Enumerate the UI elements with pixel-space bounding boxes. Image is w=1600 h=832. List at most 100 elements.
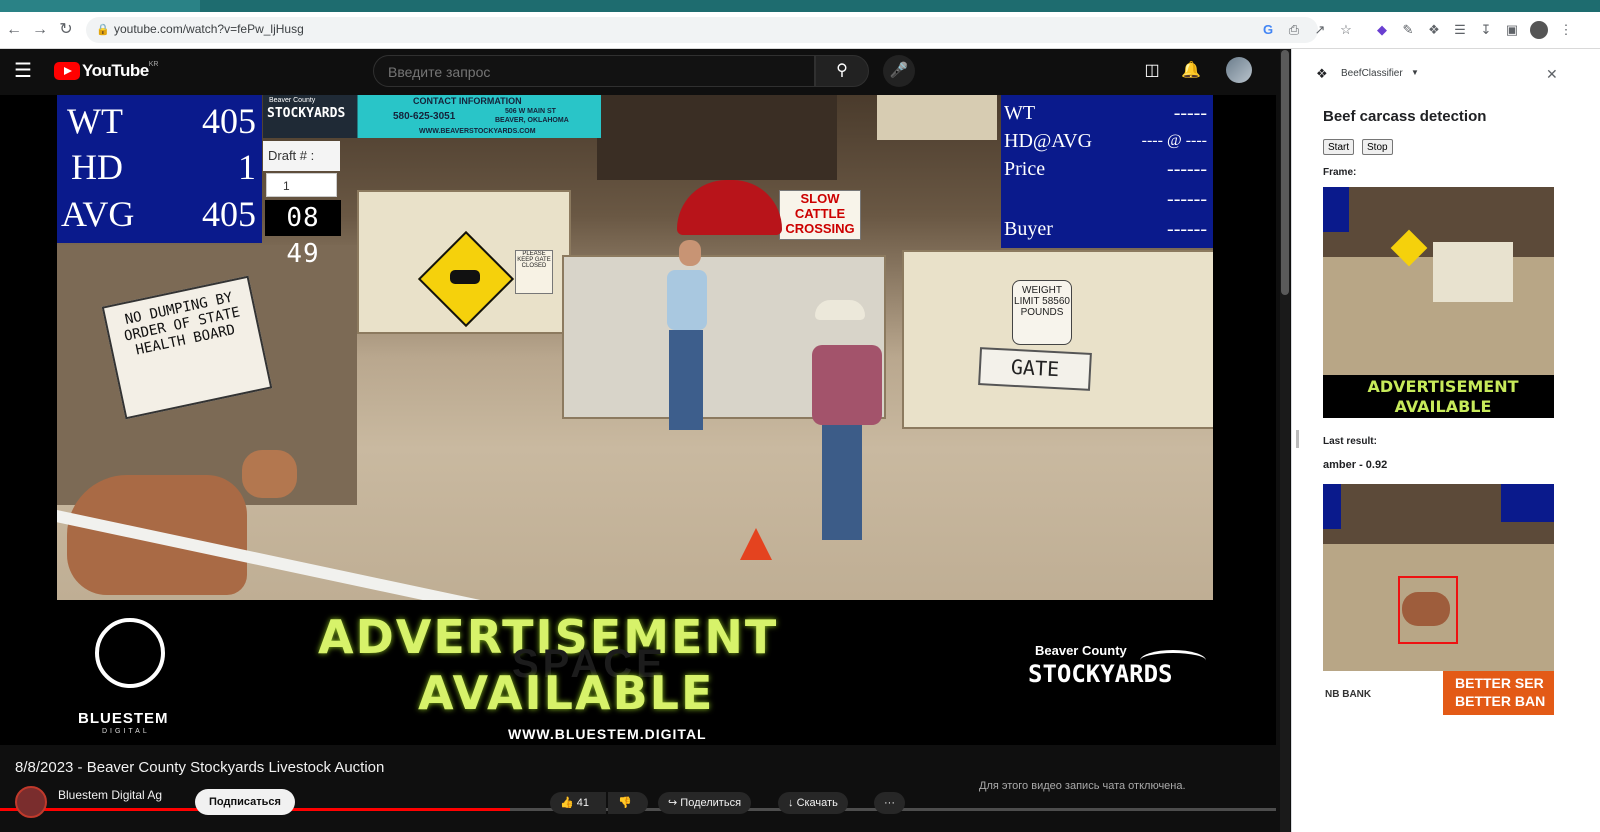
right-wt-label: WT [1004, 102, 1036, 124]
wt-value: 405 [202, 101, 256, 141]
subscribe-button[interactable]: Подписаться [195, 789, 295, 815]
auctioneer-jeans [669, 330, 703, 430]
reload-icon[interactable]: ↻ [56, 20, 76, 40]
extension-icon[interactable]: ◆ [1372, 20, 1392, 40]
search-icon[interactable]: ⚲ [815, 55, 869, 87]
extension-icon-2[interactable]: ✎ [1398, 20, 1418, 40]
draft-label: Draft # : [268, 148, 315, 163]
puzzle-icon[interactable]: ❖ [1424, 20, 1444, 40]
thumb2-bank-text: NB BANK [1325, 689, 1372, 700]
bluestem-wheel-icon [95, 618, 165, 688]
microphone-icon[interactable]: 🎤 [883, 55, 915, 87]
stockyards-logo-top: Beaver County [1035, 643, 1127, 658]
tab-2[interactable] [205, 0, 395, 12]
menu-icon[interactable]: ⋮ [1556, 20, 1576, 40]
more-actions-button[interactable]: ··· [874, 792, 905, 814]
draft-number: 1 [283, 179, 290, 193]
start-button[interactable]: Start [1323, 139, 1355, 155]
longhorn-icon [1140, 650, 1206, 671]
puzzle-piece-icon: ❖ [1316, 66, 1328, 81]
auctioneer-head [679, 240, 701, 266]
thumb2-price-board [1501, 484, 1554, 522]
youtube-logo[interactable]: YouTubeKR [54, 61, 158, 81]
back-icon[interactable]: ← [4, 20, 24, 40]
bluestem-logo-text: BLUESTEM [78, 710, 169, 727]
weight-scoreboard: WT 405 HD 1 AVG 405 [57, 95, 262, 243]
draft-number-field: 1 [266, 173, 337, 197]
install-icon[interactable]: ⎙ [1284, 20, 1304, 40]
channel-name[interactable]: Bluestem Digital Ag [58, 788, 162, 802]
result-value: amber - 0.92 [1323, 459, 1388, 471]
like-button[interactable]: 👍 41 [550, 792, 606, 814]
chat-disabled-notice: Для этого видео запись чата отключена. [979, 780, 1186, 792]
sidepanel-icon[interactable]: ▣ [1502, 20, 1522, 40]
share-button[interactable]: ↪ Поделиться [658, 792, 752, 814]
thumb2-scoreboard [1323, 484, 1341, 529]
price-scoreboard: WT ----- HD@AVG ---- @ ---- Price ------… [1001, 95, 1213, 248]
download-icon[interactable]: ↧ [1476, 20, 1496, 40]
bookmark-star-icon[interactable]: ☆ [1336, 20, 1356, 40]
page-scrollbar-thumb[interactable] [1281, 50, 1289, 295]
hd-avg-value: ---- @ ---- [1141, 132, 1207, 149]
create-video-icon[interactable]: ◫ [1140, 59, 1164, 83]
tab-active[interactable] [0, 0, 200, 12]
rancher-jeans [822, 425, 862, 540]
media-icon[interactable]: ☰ [1450, 20, 1470, 40]
ad-website: WWW.BLUESTEM.DIGITAL [508, 726, 707, 742]
auction-clock: 08 49 [265, 200, 341, 269]
region-code: KR [148, 61, 159, 68]
price-label: Price [1004, 158, 1046, 180]
avg-value: 405 [202, 194, 256, 234]
share-icon[interactable]: ↗ [1310, 20, 1330, 40]
extension-selector[interactable]: BeefClassifier [1341, 68, 1403, 79]
download-label: Скачать [796, 797, 838, 809]
thumb2-cow [1402, 592, 1450, 626]
buyer-value: ------ [1167, 218, 1207, 240]
thumb2-bank-ad: BETTER SER BETTER BAN [1443, 671, 1554, 715]
youtube-logo-text: YouTube [82, 61, 149, 80]
contact-banner: Beaver County STOCKYARDS CONTACT INFORMA… [263, 95, 601, 138]
side-panel-resize-handle[interactable] [1296, 430, 1299, 448]
forward-icon[interactable]: → [30, 20, 50, 40]
weight-limit-sign: WEIGHT LIMIT 58560 POUNDS [1012, 280, 1072, 345]
contact-website: WWW.BEAVERSTOCKYARDS.COM [419, 128, 536, 135]
lock-icon[interactable]: 🔒 [96, 23, 110, 36]
auction-booth [597, 95, 837, 180]
frame-label: Frame: [1323, 167, 1357, 178]
thumb-ad-text: ADVERTISEMENT AVAILABLE [1367, 377, 1519, 416]
notifications-bell-icon[interactable]: 🔔 [1179, 59, 1203, 83]
profile-icon[interactable] [1530, 21, 1548, 39]
search-input[interactable] [386, 63, 790, 81]
banner-brand-top: Beaver County [269, 97, 316, 104]
price-extra-value: ------ [1167, 188, 1207, 210]
buyer-label: Buyer [1004, 218, 1053, 240]
auctioneer-person [667, 270, 707, 330]
download-button[interactable]: ↓ Скачать [778, 792, 848, 814]
thumbs-up-icon: 👍 [560, 797, 574, 809]
price-value: ------ [1167, 158, 1207, 180]
dislike-button[interactable]: 👎 [608, 792, 648, 814]
bluestem-logo-sub: DIGITAL [102, 728, 150, 735]
hd-label: HD [71, 147, 123, 187]
thumb-gate [1433, 242, 1513, 302]
chevron-down-icon[interactable]: ▼ [1411, 68, 1419, 77]
banner-brand: STOCKYARDS [267, 106, 346, 121]
hamburger-menu-icon[interactable]: ☰ [14, 60, 36, 82]
traffic-cone [740, 528, 772, 560]
close-icon[interactable]: ✕ [1546, 66, 1558, 83]
url-text[interactable]: youtube.com/watch?v=fePw_ljHusg [114, 22, 304, 36]
contact-phone: 580-625-3051 [393, 111, 456, 122]
ad-line-2: AVAILABLE [418, 666, 715, 720]
cowboy-hat [815, 300, 865, 320]
google-icon[interactable]: G [1258, 20, 1278, 40]
avatar[interactable] [1226, 57, 1252, 83]
tab-3[interactable] [400, 0, 600, 12]
gate-sign: GATE [978, 347, 1092, 391]
contact-title: CONTACT INFORMATION [413, 96, 522, 106]
like-count: 41 [576, 797, 590, 809]
stop-button[interactable]: Stop [1362, 139, 1393, 155]
cow-silhouette-icon [450, 270, 480, 284]
red-banner [677, 180, 782, 235]
channel-avatar[interactable] [15, 786, 47, 818]
right-wt-value: ----- [1173, 102, 1207, 124]
